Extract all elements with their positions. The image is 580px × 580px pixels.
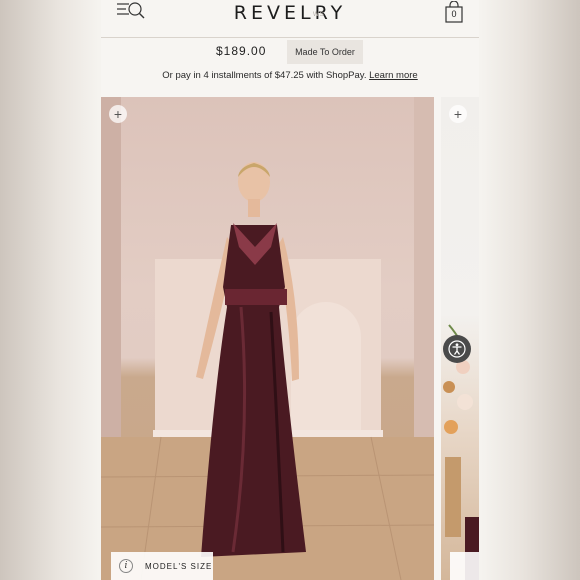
availability-badge: Made To Order [287,40,363,64]
models-size-label: MODEL'S SIZE [145,561,213,571]
product-image[interactable]: + [101,97,434,580]
brand-logo[interactable]: REVELRY [101,2,479,24]
models-size-button-next[interactable] [450,552,479,580]
learn-more-link[interactable]: Learn more [369,70,418,81]
price-row: $189.00 Made To Order [101,40,479,64]
installments-text: Or pay in 4 installments of $47.25 with … [162,70,367,81]
shoppay-installments: Or pay in 4 installments of $47.25 with … [101,70,479,81]
models-size-button[interactable]: i MODEL'S SIZE [111,552,213,580]
zoom-plus-icon[interactable]: + [109,105,127,123]
product-price: $189.00 [216,44,267,58]
zoom-plus-icon-next[interactable]: + [449,105,467,123]
faded-nav-text: ws [313,9,325,18]
site-header: REVELRY ws 0 [101,0,479,38]
accessibility-icon[interactable] [443,335,471,363]
product-page: REVELRY ws 0 $189.00 Made To Order Or pa… [101,0,479,580]
cart-count: 0 [451,9,457,19]
model-photo [101,97,434,580]
info-icon: i [119,559,133,573]
